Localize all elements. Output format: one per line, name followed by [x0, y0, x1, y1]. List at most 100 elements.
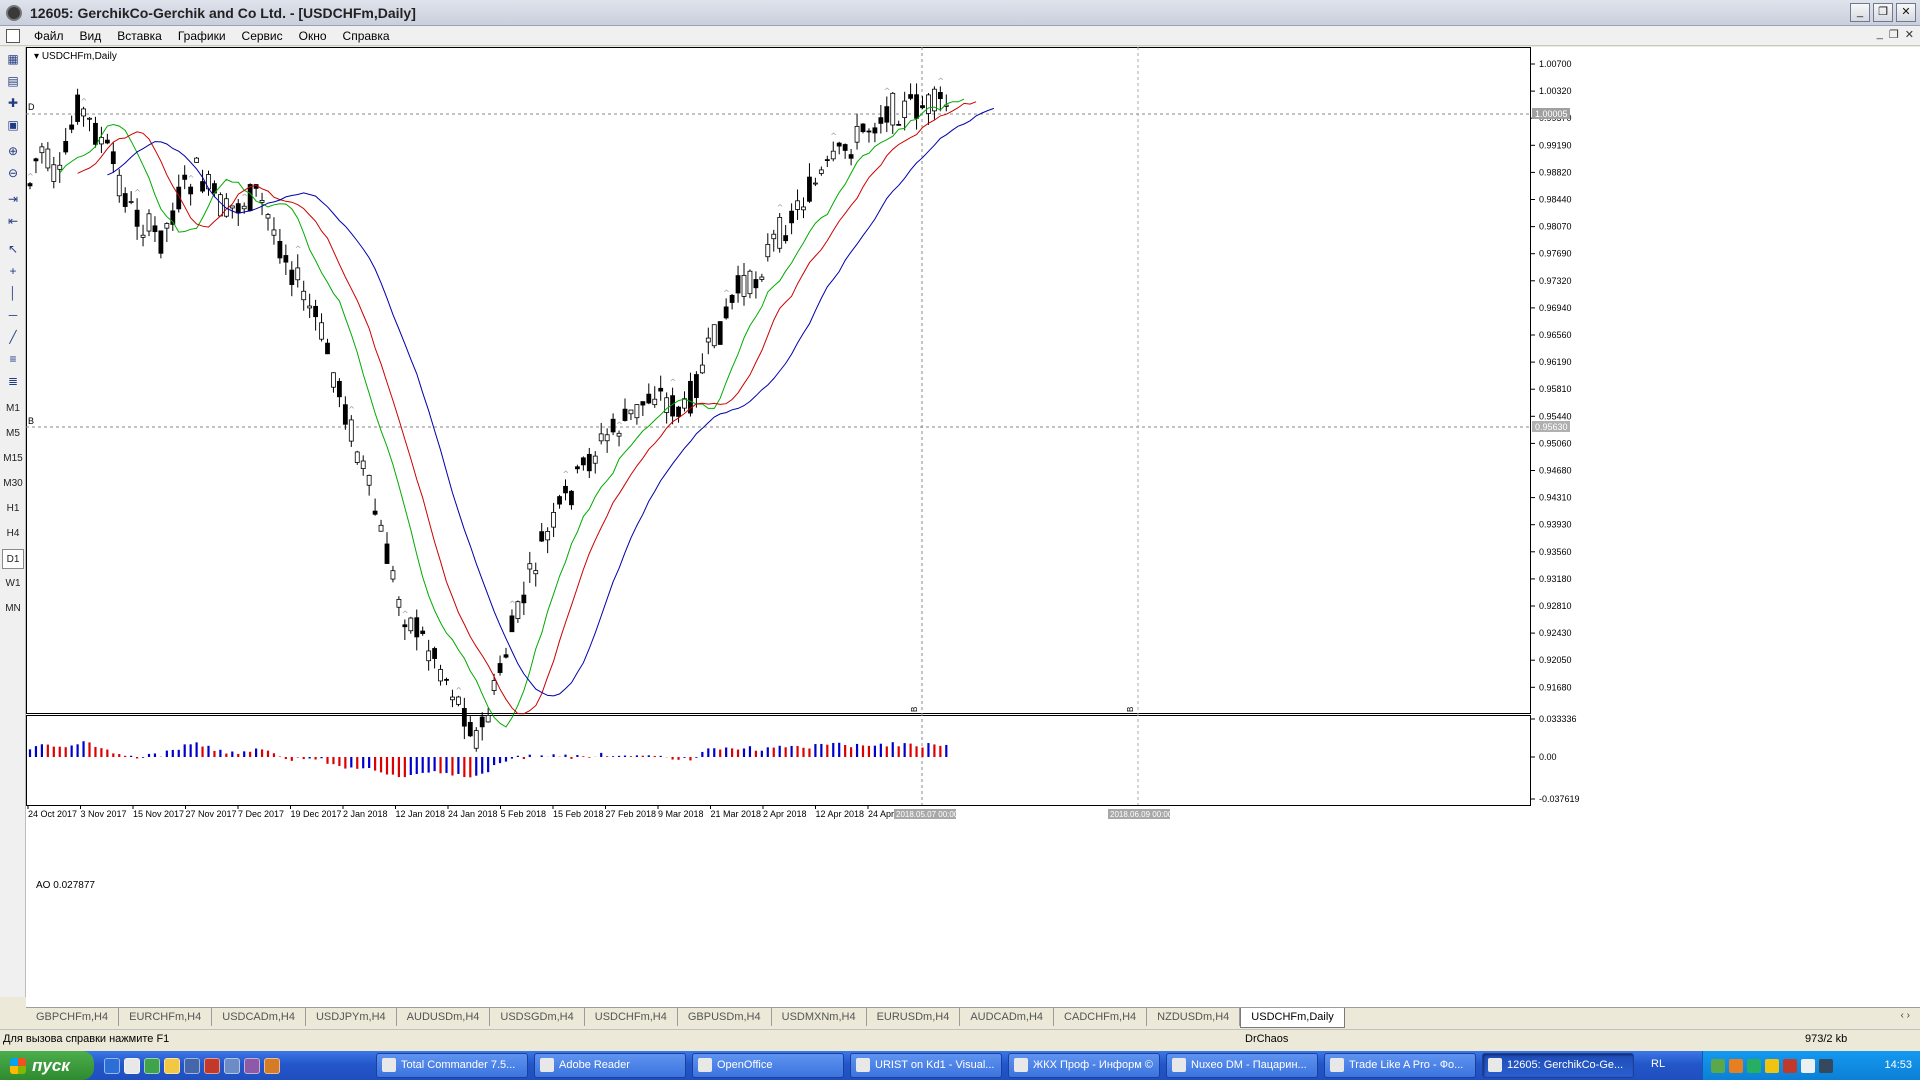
taskbar-task[interactable]: Nuxeo DM - Пацарин... — [1166, 1053, 1318, 1078]
menu-file[interactable]: Файл — [26, 26, 72, 46]
timeframe-mn[interactable]: MN — [2, 599, 24, 619]
taskbar-task[interactable]: 12605: GerchikCo-Ge... — [1482, 1053, 1634, 1078]
mdi-minimize-icon[interactable]: _ — [1877, 28, 1883, 41]
candle-body — [426, 650, 432, 662]
chart-tab[interactable]: AUDCADm,H4 — [960, 1008, 1055, 1026]
horizontal-line-icon[interactable]: ─ — [2, 305, 24, 325]
timeframe-m30[interactable]: M30 — [2, 474, 24, 494]
close-button[interactable]: ✕ — [1896, 3, 1916, 22]
taskbar-task[interactable]: Total Commander 7.5... — [376, 1053, 528, 1078]
fractal-up-marker: ^ — [884, 86, 891, 95]
tray-network-icon[interactable] — [1711, 1058, 1725, 1073]
tray-volume-icon[interactable] — [1801, 1058, 1815, 1073]
taskbar-task[interactable]: OpenOffice — [692, 1053, 844, 1078]
menu-tools[interactable]: Сервис — [234, 26, 291, 46]
chart-tab[interactable]: GBPCHFm,H4 — [26, 1008, 120, 1026]
add-indicator-icon[interactable]: ✚ — [2, 93, 24, 113]
taskbar-task[interactable]: URIST on Kd1 - Visual... — [850, 1053, 1002, 1078]
task-label: Trade Like A Pro - Фо... — [1349, 1059, 1464, 1071]
chart-tab[interactable]: USDCADm,H4 — [212, 1008, 306, 1026]
auto-scroll-icon[interactable]: ⇥ — [2, 189, 24, 209]
candle-body — [937, 92, 943, 100]
chart-tab[interactable]: USDMXNm,H4 — [772, 1008, 867, 1026]
taskbar-task[interactable]: ЖКХ Проф - Информ © — [1008, 1053, 1160, 1078]
timeframe-m15[interactable]: M15 — [2, 449, 24, 469]
menu-charts[interactable]: Графики — [170, 26, 234, 46]
menu-insert[interactable]: Вставка — [109, 26, 170, 46]
language-indicator[interactable]: RL — [1651, 1058, 1665, 1070]
calc-icon[interactable] — [224, 1057, 240, 1074]
fibonacci-icon[interactable]: ≣ — [2, 371, 24, 391]
chart-window[interactable]: 1.007001.003200.995700.991900.988200.984… — [26, 47, 1920, 1007]
chart-tab[interactable]: USDCHFm,H4 — [585, 1008, 678, 1026]
tray-security-icon[interactable] — [1765, 1058, 1779, 1073]
timeframe-d1[interactable]: D1 — [2, 549, 24, 569]
folder-icon[interactable] — [164, 1057, 180, 1074]
crosshair-icon[interactable]: + — [2, 261, 24, 281]
menu-view[interactable]: Вид — [72, 26, 110, 46]
new-chart-icon[interactable]: ▦ — [2, 49, 24, 69]
candle-body — [432, 648, 438, 659]
pdf-icon[interactable] — [204, 1057, 220, 1074]
trendline-icon[interactable]: ╱ — [2, 327, 24, 347]
price-chart[interactable]: 1.007001.003200.995700.991900.988200.984… — [26, 47, 1920, 1007]
minimize-button[interactable]: _ — [1850, 3, 1870, 22]
chart-tab[interactable]: AUDUSDm,H4 — [397, 1008, 491, 1026]
restore-button[interactable]: ❐ — [1873, 3, 1893, 22]
candle-body — [824, 159, 830, 161]
chart-tab[interactable]: USDJPYm,H4 — [306, 1008, 397, 1026]
candle-body — [104, 139, 110, 144]
candle-body — [372, 510, 378, 515]
tray-display-icon[interactable] — [1819, 1058, 1833, 1073]
ie-icon[interactable] — [104, 1057, 120, 1074]
document-icon[interactable] — [6, 28, 20, 43]
timeframe-m5[interactable]: M5 — [2, 424, 24, 444]
chart-tab[interactable]: USDSGDm,H4 — [490, 1008, 585, 1026]
navigator-icon[interactable]: ▣ — [2, 115, 24, 135]
taskbar: пуск Total Commander 7.5... Adobe Reader O… — [0, 1051, 1920, 1080]
profiles-icon[interactable]: ▤ — [2, 71, 24, 91]
chart-tab[interactable]: GBPUSDm,H4 — [678, 1008, 772, 1026]
ao-indicator-label: AO 0.027877 — [36, 880, 95, 891]
taskbar-task[interactable]: Adobe Reader — [534, 1053, 686, 1078]
tray-alert-icon[interactable] — [1783, 1058, 1797, 1073]
cursor-icon[interactable]: ↖ — [2, 239, 24, 259]
taskbar-task[interactable]: Trade Like A Pro - Фо... — [1324, 1053, 1476, 1078]
zoom-out-icon[interactable]: ⊖ — [2, 163, 24, 183]
mdi-restore-icon[interactable]: ❐ — [1889, 28, 1899, 41]
chart-tab[interactable]: CADCHFm,H4 — [1054, 1008, 1148, 1026]
menu-help[interactable]: Справка — [335, 26, 398, 46]
price-tick-label: 0.92810 — [1539, 601, 1572, 611]
vertical-line-icon[interactable]: │ — [2, 283, 24, 303]
explorer-icon[interactable] — [124, 1057, 140, 1074]
menu-window[interactable]: Окно — [291, 26, 335, 46]
tab-scroll-icon[interactable]: ‹ › — [1901, 1010, 1910, 1021]
media-icon[interactable] — [244, 1057, 260, 1074]
zoom-in-icon[interactable]: ⊕ — [2, 141, 24, 161]
date-tick-label: 7 Dec 2017 — [238, 809, 284, 819]
chart-tab[interactable]: USDCHFm,Daily — [1240, 1008, 1345, 1028]
firefox-icon[interactable] — [264, 1057, 280, 1074]
start-button[interactable]: пуск — [0, 1051, 94, 1080]
timeframe-h4[interactable]: H4 — [2, 524, 24, 544]
chart-tab[interactable]: EURCHFm,H4 — [119, 1008, 213, 1026]
timeframe-h1[interactable]: H1 — [2, 499, 24, 519]
candle-body — [747, 270, 753, 295]
candle-body — [87, 117, 92, 120]
date-tick-label: 21 Mar 2018 — [711, 809, 762, 819]
app-green-icon[interactable] — [144, 1057, 160, 1074]
candle-body — [491, 680, 497, 691]
mdi-close-icon[interactable]: ✕ — [1905, 28, 1914, 41]
task-app-icon — [1172, 1058, 1186, 1072]
disk-icon[interactable] — [184, 1057, 200, 1074]
timeframe-m1[interactable]: M1 — [2, 399, 24, 419]
tray-antivirus-icon[interactable] — [1729, 1058, 1743, 1073]
candle-body — [872, 127, 878, 134]
tray-update-icon[interactable] — [1747, 1058, 1761, 1073]
chart-tab[interactable]: NZDUSDm,H4 — [1147, 1008, 1241, 1026]
timeframe-w1[interactable]: W1 — [2, 574, 24, 594]
candle-body — [450, 696, 455, 701]
channel-icon[interactable]: ≡ — [2, 349, 24, 369]
chart-shift-icon[interactable]: ⇤ — [2, 211, 24, 231]
chart-tab[interactable]: EURUSDm,H4 — [867, 1008, 961, 1026]
